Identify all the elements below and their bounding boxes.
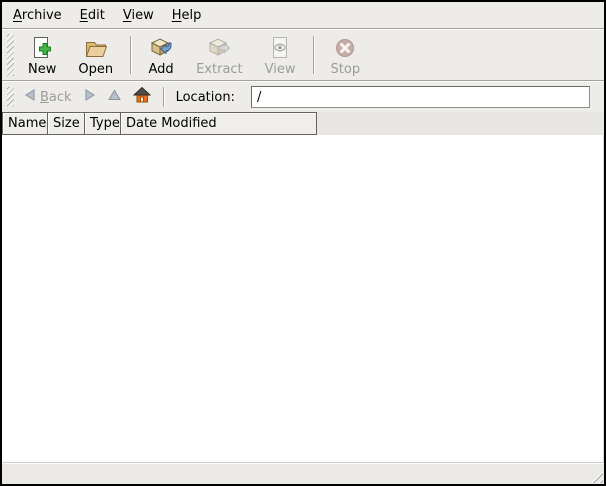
stop-button-label: Stop [331,62,361,77]
back-button: Back [18,87,78,107]
column-header-date-modified[interactable]: Date Modified [121,112,317,135]
location-input[interactable] [251,86,590,108]
resize-grip[interactable] [588,468,603,483]
stop-icon [332,35,358,61]
stop-button: Stop [322,31,370,80]
toolbar-separator [130,36,131,74]
up-arrow-icon [108,89,121,105]
statusbar [2,462,604,484]
file-list-view[interactable] [2,135,604,462]
location-label: Location: [170,90,239,105]
open-folder-icon [83,35,109,61]
home-icon [133,86,151,108]
new-button-label: New [28,62,56,77]
add-files-icon [148,35,174,61]
view-button: View [256,31,305,80]
menu-archive[interactable]: Archive [4,3,71,28]
toolbar: New Open Add [2,30,604,80]
forward-button [78,87,102,107]
extract-button: Extract [187,31,252,80]
add-button[interactable]: Add [139,31,183,80]
toolbar-separator [313,36,314,74]
open-button-label: Open [78,62,113,77]
menu-edit[interactable]: Edit [71,3,114,28]
menubar: Archive Edit View Help [2,2,604,28]
archive-manager-window: Archive Edit View Help New Open [0,0,606,486]
extract-icon [206,35,232,61]
menu-view[interactable]: View [114,3,163,28]
menu-help[interactable]: Help [163,3,211,28]
add-button-label: Add [149,62,174,77]
toolbar-grip-handle[interactable] [7,34,14,76]
home-button[interactable] [127,84,157,110]
location-bar-grip-handle[interactable] [7,87,14,107]
location-bar: Back [2,82,604,112]
back-arrow-icon [24,89,36,105]
forward-arrow-icon [84,89,96,105]
file-list-header: Name Size Type Date Modified [2,112,604,135]
open-button[interactable]: Open [69,31,122,80]
column-header-type[interactable]: Type [85,112,121,135]
column-header-name[interactable]: Name [2,112,48,135]
column-header-filler [317,112,604,135]
new-button[interactable]: New [19,31,65,80]
up-button [102,87,127,107]
view-file-icon [267,35,293,61]
column-header-size[interactable]: Size [48,112,85,135]
back-button-label: Back [40,90,72,105]
extract-button-label: Extract [196,62,243,77]
new-archive-icon [29,35,55,61]
view-button-label: View [265,62,296,77]
location-bar-separator [163,87,164,107]
